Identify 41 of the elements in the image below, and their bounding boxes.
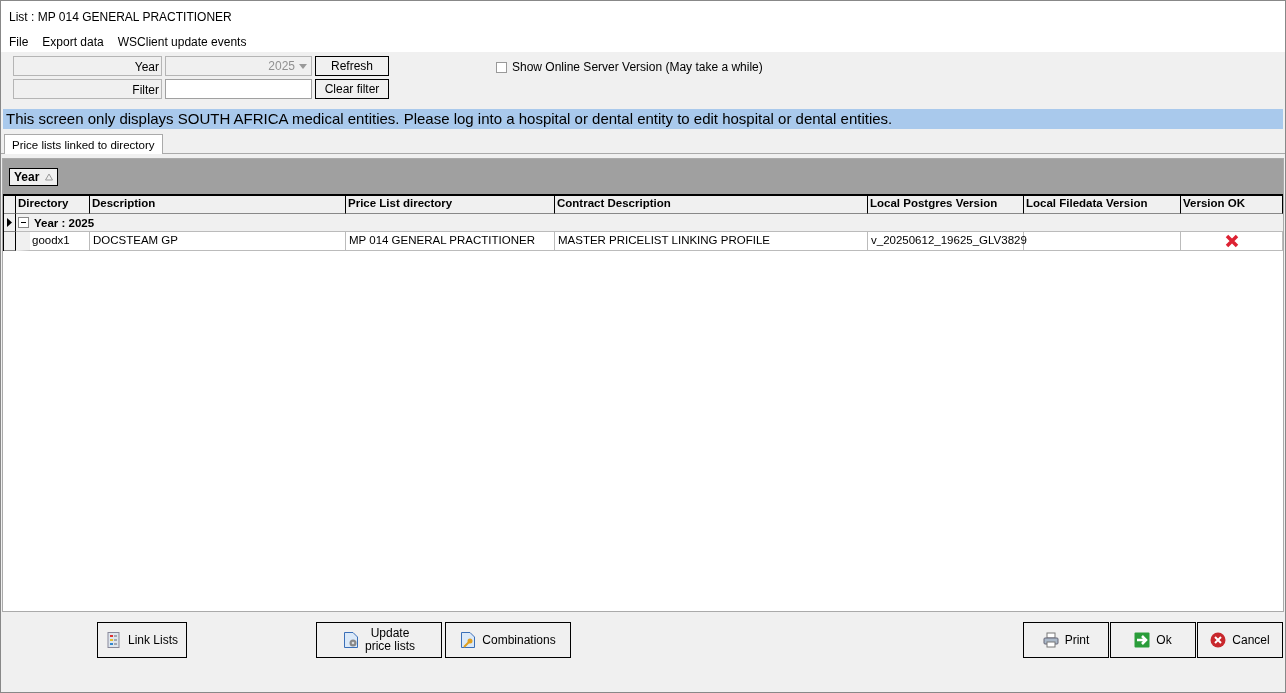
document-gear-icon	[343, 632, 359, 648]
menu-item[interactable]: WSClient update events	[117, 35, 247, 52]
close-icon	[1210, 632, 1227, 648]
column-header[interactable]: Local Filedata Version	[1024, 196, 1181, 214]
checkbox-label: Show Online Server Version (May take a while)	[512, 60, 763, 74]
refresh-button[interactable]: Refresh	[315, 56, 389, 76]
group-label: Year : 2025	[34, 216, 95, 229]
tab[interactable]: Price lists linked to directory	[4, 134, 163, 154]
list-icon	[106, 632, 122, 648]
column-header[interactable]: Directory	[16, 196, 90, 214]
sort-icon	[45, 172, 54, 181]
combinations-button[interactable]: Combinations	[445, 622, 571, 658]
column-header[interactable]: Description	[90, 196, 346, 214]
printer-icon	[1042, 632, 1059, 648]
table-cell: MP 014 GENERAL PRACTITIONER	[346, 232, 555, 251]
ok-button[interactable]: Ok	[1110, 622, 1196, 658]
table-cell: goodx1	[16, 232, 90, 251]
table-cell: DOCSTEAM GP	[90, 232, 346, 251]
column-header[interactable]: Price List directory	[346, 196, 555, 214]
filter-label: Filter	[13, 79, 162, 99]
group-by-button[interactable]: Year	[9, 167, 59, 186]
column-header[interactable]: Local Postgres Version	[868, 196, 1024, 214]
column-header[interactable]: Contract Description	[555, 196, 868, 214]
filter-field[interactable]	[165, 79, 312, 99]
table-cell: MASTER PRICELIST LINKING PROFILE	[555, 232, 868, 251]
year-label: Year	[13, 56, 162, 76]
window-title: List : MP 014 GENERAL PRACTITIONER	[1, 1, 1285, 32]
link-lists-button[interactable]: Link Lists	[97, 622, 187, 658]
column-header[interactable]: Version OK	[1181, 196, 1283, 214]
cancel-button[interactable]: Cancel	[1197, 622, 1283, 658]
menu-item[interactable]: Export data	[42, 35, 104, 52]
collapse-icon[interactable]	[18, 217, 29, 228]
notice-banner: This screen only displays SOUTH AFRICA medical entities. Please log into a hospital or dental entity to edit hospital or dental entities.	[3, 109, 1283, 129]
print-button[interactable]: Print	[1023, 622, 1109, 658]
checkbox[interactable]	[496, 61, 507, 73]
update-price-lists-button[interactable]: Update price lists	[316, 622, 442, 658]
clear-filter-button[interactable]: Clear filter	[315, 79, 389, 99]
document-key-icon	[460, 632, 477, 648]
arrow-icon	[1134, 632, 1151, 648]
menu-item[interactable]: File	[9, 35, 29, 52]
caret-icon	[299, 63, 307, 69]
